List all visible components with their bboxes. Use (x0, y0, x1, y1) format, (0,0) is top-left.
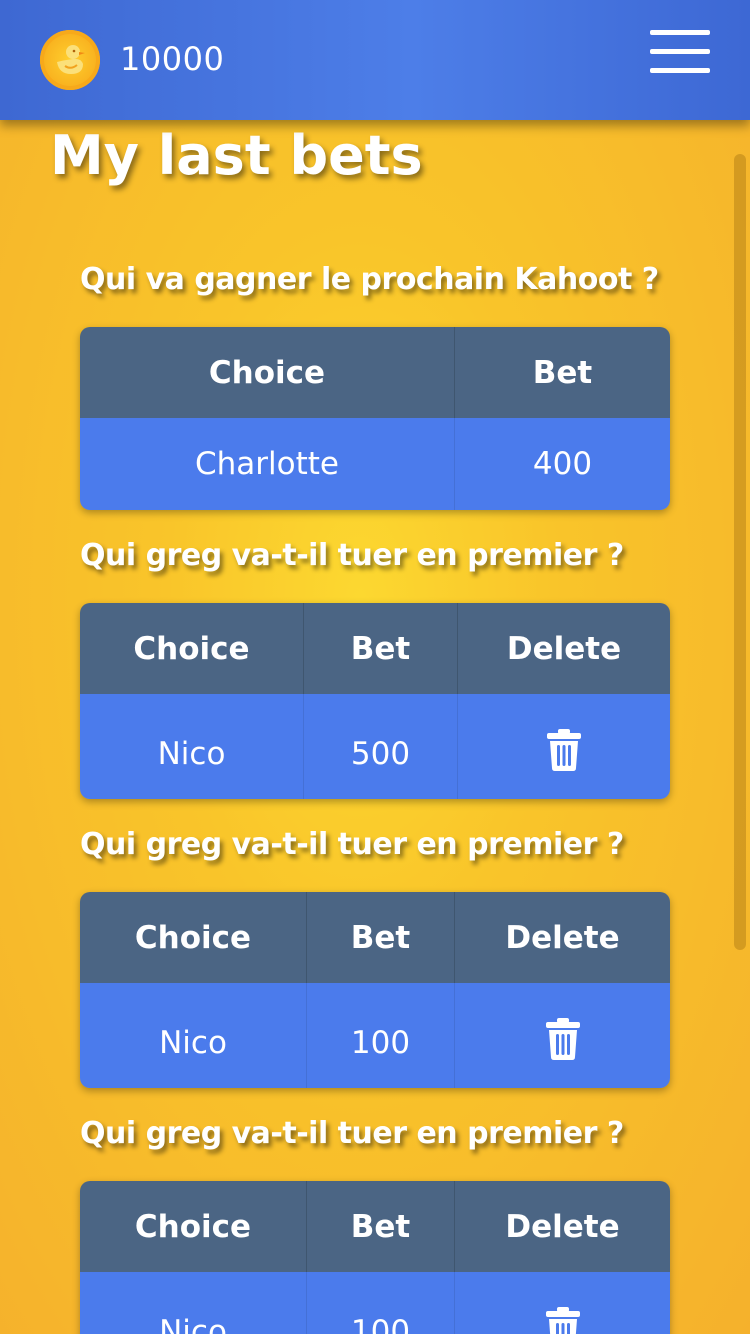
coin-icon (40, 30, 100, 90)
table-header-row: Choice Bet (80, 327, 670, 418)
table-row: Nico 100 (80, 1272, 670, 1334)
table-row: Nico 500 (80, 694, 670, 799)
bet-amount-cell: 500 (304, 694, 458, 799)
coin-balance: 10000 (120, 40, 225, 78)
choice-column-header: Choice (80, 892, 307, 983)
page-title: My last bets (50, 124, 423, 187)
bet-table: Choice Bet Delete Nico 500 (80, 603, 670, 799)
trash-icon (545, 1017, 580, 1060)
delete-cell (455, 1272, 670, 1334)
bet-question: Qui va gagner le prochain Kahoot ? (80, 262, 659, 297)
delete-bet-button[interactable] (545, 1306, 580, 1334)
bet-amount-cell: 400 (455, 418, 670, 510)
menu-button[interactable] (650, 30, 710, 74)
bet-amount-cell: 100 (307, 983, 455, 1088)
bet-column-header: Bet (304, 603, 458, 694)
bet-column-header: Bet (307, 1181, 455, 1272)
bet-amount-cell: 100 (307, 1272, 455, 1334)
bet-column-header: Bet (455, 327, 670, 418)
choice-column-header: Choice (80, 327, 455, 418)
delete-cell (455, 983, 670, 1088)
choice-column-header: Choice (80, 1181, 307, 1272)
menu-bar-middle (650, 49, 710, 54)
choice-cell: Charlotte (80, 418, 455, 510)
choice-cell: Nico (80, 983, 307, 1088)
delete-column-header: Delete (455, 892, 670, 983)
bet-table: Choice Bet Delete Nico 100 (80, 892, 670, 1088)
delete-column-header: Delete (455, 1181, 670, 1272)
delete-bet-button[interactable] (545, 1017, 580, 1068)
table-header-row: Choice Bet Delete (80, 892, 670, 983)
bet-table: Choice Bet Charlotte 400 (80, 327, 670, 510)
bet-table: Choice Bet Delete Nico 100 (80, 1181, 670, 1334)
choice-column-header: Choice (80, 603, 304, 694)
bet-question: Qui greg va-t-il tuer en premier ? (80, 827, 624, 862)
delete-column-header: Delete (458, 603, 670, 694)
scrollbar[interactable] (734, 154, 746, 950)
bet-question: Qui greg va-t-il tuer en premier ? (80, 1116, 624, 1151)
table-header-row: Choice Bet Delete (80, 1181, 670, 1272)
choice-cell: Nico (80, 694, 304, 799)
trash-icon (545, 1306, 580, 1334)
menu-bar-top (650, 30, 710, 35)
delete-cell (458, 694, 670, 799)
table-header-row: Choice Bet Delete (80, 603, 670, 694)
trash-icon (547, 728, 581, 771)
duck-icon (57, 45, 85, 74)
menu-bar-bottom (650, 68, 710, 73)
choice-cell: Nico (80, 1272, 307, 1334)
bet-column-header: Bet (307, 892, 455, 983)
bet-question: Qui greg va-t-il tuer en premier ? (80, 538, 624, 573)
delete-bet-button[interactable] (547, 728, 581, 779)
top-bar: 10000 (0, 0, 750, 120)
table-row: Charlotte 400 (80, 418, 670, 510)
table-row: Nico 100 (80, 983, 670, 1088)
